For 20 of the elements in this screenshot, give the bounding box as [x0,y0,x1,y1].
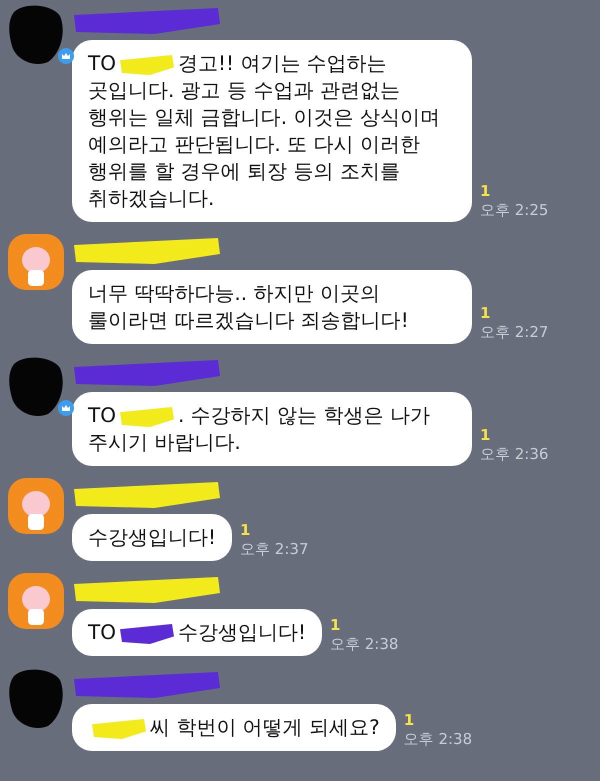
blacked-out-avatar [8,356,64,418]
unread-count: 1 [404,711,416,729]
message-time: 오후 2:36 [480,444,548,464]
unread-count: 1 [480,182,492,200]
message-time: 오후 2:37 [240,539,308,559]
message-bubble: 수강생입니다! [72,514,232,561]
unread-count: 1 [240,521,252,539]
message-time: 오후 2:25 [480,200,548,220]
message-bubble: TO 수강생입니다! [72,609,322,656]
message-time: 오후 2:38 [330,634,398,654]
message-bubble: 씨 학번이 어떻게 되세요? [72,704,396,751]
message-bubble: TO 경고!! 여기는 수업하는 곳입니다. 광고 등 수업과 관련없는 행위는 일체 금합니다. 이것은 상식이며 예의라고 판단됩니다. 또 다시 이러한 행위를 할 경우에 퇴장 등의 조치를 취하겠습니다. [72,40,472,222]
message-time: 오후 2:38 [404,729,472,749]
unread-count: 1 [480,426,492,444]
message-bubble: 너무 딱딱하다능.. 하지만 이곳의 룰이라면 따르겠습니다 죄송합니다! [72,270,472,344]
unread-count: 1 [480,304,492,322]
blacked-out-avatar [8,4,64,66]
message-bubble: TO . 수강하지 않는 학생은 나가 주시기 바랍니다. [72,392,472,466]
message-time: 오후 2:27 [480,322,548,342]
unread-count: 1 [330,616,342,634]
